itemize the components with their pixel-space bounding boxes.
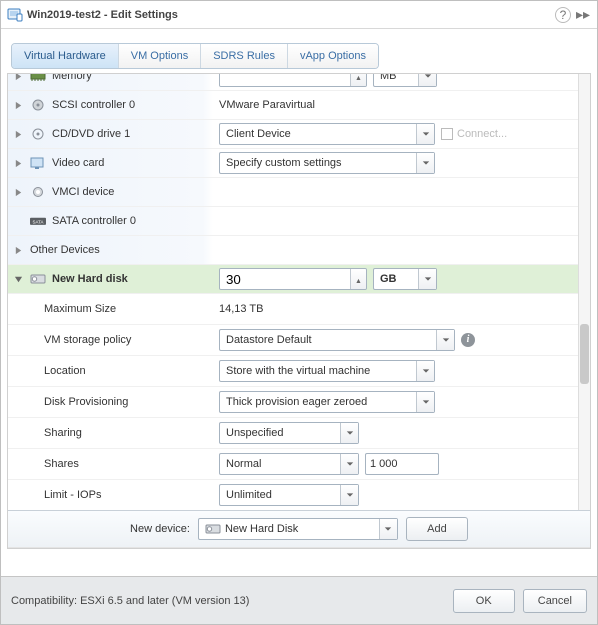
scsi-icon (30, 98, 46, 112)
sharing-select[interactable]: Unspecified (219, 422, 359, 444)
row-shares: Shares Normal (8, 449, 578, 480)
vmci-icon (30, 185, 46, 199)
new-device-bar: New device: New Hard Disk Add (8, 510, 590, 548)
other-label: Other Devices (30, 237, 100, 263)
expand-toggle[interactable] (12, 128, 24, 140)
row-scsi-0: SCSI controller 0 VMware Paravirtual (8, 91, 578, 120)
tab-vm-options[interactable]: VM Options (119, 44, 201, 68)
expand-toggle[interactable] (12, 244, 24, 256)
row-sata-0: SATA SATA controller 0 (8, 207, 578, 236)
tab-virtual-hardware[interactable]: Virtual Hardware (12, 44, 119, 68)
scroll-area: Memory ▲▼ MB SCSI controller 0 VMware Pa… (8, 74, 590, 510)
tab-sdrs-rules[interactable]: SDRS Rules (201, 44, 288, 68)
sharing-label: Sharing (44, 420, 82, 446)
footer: Compatibility: ESXi 6.5 and later (VM ve… (1, 576, 597, 624)
cancel-button[interactable]: Cancel (523, 589, 587, 613)
video-icon (30, 156, 46, 170)
collapse-toggle[interactable] (12, 273, 24, 285)
memory-unit[interactable]: MB (373, 74, 437, 87)
video-select[interactable]: Specify custom settings (219, 152, 435, 174)
memory-value[interactable]: ▲▼ (219, 74, 367, 87)
cd-device-select[interactable]: Client Device (219, 123, 435, 145)
vmci-label: VMCI device (52, 179, 114, 205)
memory-label: Memory (52, 74, 92, 89)
ok-button[interactable]: OK (453, 589, 515, 613)
expand-toggle[interactable] (12, 99, 24, 111)
limit-select[interactable]: Unlimited (219, 484, 359, 506)
titlebar: Win2019-test2 - Edit Settings ? ▸▸ (1, 1, 597, 29)
tab-bar: Virtual Hardware VM Options SDRS Rules v… (11, 43, 379, 69)
expand-toggle[interactable] (12, 186, 24, 198)
row-provisioning: Disk Provisioning Thick provision eager … (8, 387, 578, 418)
help-icon[interactable]: ? (555, 7, 571, 23)
hard-disk-icon (205, 522, 221, 536)
window-title: Win2019-test2 - Edit Settings (23, 9, 551, 21)
cd-connect: Connect... (441, 121, 507, 147)
location-select[interactable]: Store with the virtual machine (219, 360, 435, 382)
max-size-label: Maximum Size (44, 296, 116, 322)
policy-label: VM storage policy (44, 327, 131, 353)
sata-icon: SATA (30, 214, 46, 228)
svg-text:SATA: SATA (33, 219, 44, 224)
expand-toggle[interactable] (12, 157, 24, 169)
policy-select[interactable]: Datastore Default (219, 329, 455, 351)
new-device-label: New device: (130, 523, 190, 535)
new-device-select[interactable]: New Hard Disk (198, 518, 398, 540)
cd-icon (30, 127, 46, 141)
info-icon[interactable]: i (461, 333, 475, 347)
disk-size-unit[interactable]: GB (373, 268, 437, 290)
limit-label: Limit - IOPs (44, 482, 101, 508)
row-new-hard-disk: New Hard disk ▲▼ GB (8, 265, 578, 294)
compatibility-text: Compatibility: ESXi 6.5 and later (VM ve… (11, 595, 453, 607)
row-vmci: VMCI device (8, 178, 578, 207)
scrollbar-thumb[interactable] (580, 324, 589, 384)
row-cdrom: CD/DVD drive 1 Client Device Connect... (8, 120, 578, 149)
row-location: Location Store with the virtual machine (8, 356, 578, 387)
row-limit-iops: Limit - IOPs Unlimited (8, 480, 578, 510)
disk-size-input[interactable]: ▲▼ (219, 268, 367, 290)
location-label: Location (44, 358, 86, 384)
video-label: Video card (52, 150, 104, 176)
row-video: Video card Specify custom settings (8, 149, 578, 178)
sata-label: SATA controller 0 (52, 208, 136, 234)
settings-panel: Memory ▲▼ MB SCSI controller 0 VMware Pa… (7, 73, 591, 549)
prov-label: Disk Provisioning (44, 389, 128, 415)
row-max-size: Maximum Size 14,13 TB (8, 294, 578, 325)
max-size-value: 14,13 TB (219, 296, 263, 322)
memory-icon (30, 74, 46, 83)
new-disk-label: New Hard disk (52, 266, 128, 292)
vm-icon (7, 7, 23, 23)
provisioning-select[interactable]: Thick provision eager zeroed (219, 391, 435, 413)
shares-label: Shares (44, 451, 79, 477)
row-memory: Memory ▲▼ MB (8, 74, 578, 91)
expand-icon[interactable]: ▸▸ (575, 7, 591, 23)
scrollbar[interactable] (578, 74, 590, 510)
add-button[interactable]: Add (406, 517, 468, 541)
scsi-value: VMware Paravirtual (219, 92, 315, 118)
row-storage-policy: VM storage policy Datastore Default i (8, 325, 578, 356)
cd-label: CD/DVD drive 1 (52, 121, 130, 147)
shares-select[interactable]: Normal (219, 453, 359, 475)
row-other: Other Devices (8, 236, 578, 265)
tab-vapp-options[interactable]: vApp Options (288, 44, 378, 68)
shares-value[interactable] (365, 453, 439, 475)
expand-toggle[interactable] (12, 74, 24, 82)
scsi-label: SCSI controller 0 (52, 92, 135, 118)
hard-disk-icon (30, 272, 46, 286)
row-sharing: Sharing Unspecified (8, 418, 578, 449)
